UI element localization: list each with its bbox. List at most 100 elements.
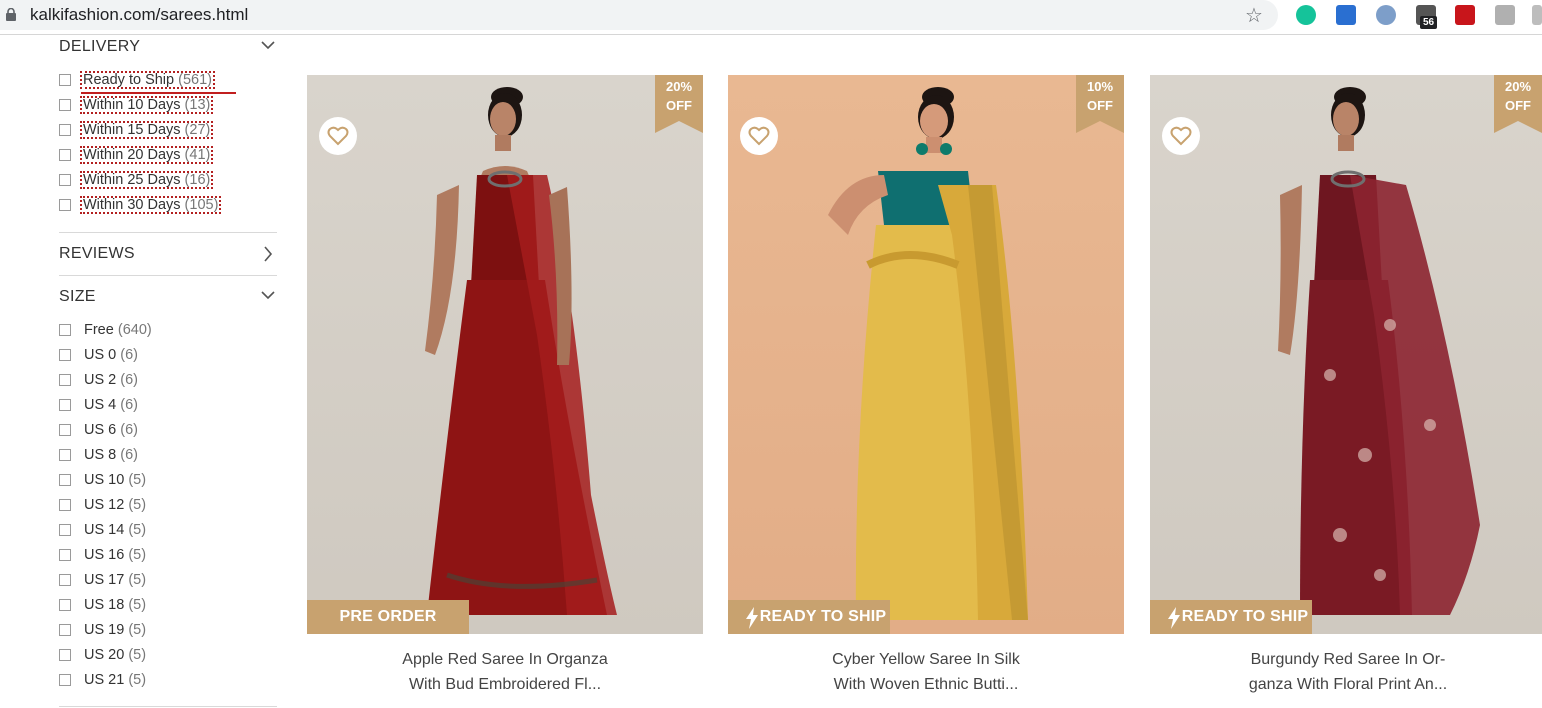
filter-count: (5) xyxy=(128,597,147,613)
filter-count: (5) xyxy=(128,472,147,488)
link-extension-icon[interactable] xyxy=(1376,5,1396,25)
checkbox[interactable] xyxy=(59,349,71,361)
product-image[interactable]: 20% OFF READY TO SHIP xyxy=(1150,75,1542,634)
filter-label: Within 15 Days xyxy=(83,122,181,138)
filter-count: (13) xyxy=(184,97,211,113)
reviews-filter-title: REVIEWS xyxy=(59,245,135,262)
checkbox[interactable] xyxy=(59,449,71,461)
checkbox[interactable] xyxy=(59,649,71,661)
title-line[interactable]: Apple Red Saree In Organza xyxy=(307,647,703,672)
filter-label: US 2 xyxy=(84,372,117,388)
filter-count: (561) xyxy=(178,72,212,88)
pdf-extension-icon[interactable] xyxy=(1455,5,1475,25)
filter-count: (16) xyxy=(184,172,211,188)
filter-label: Ready to Ship xyxy=(83,72,175,88)
filter-count: (6) xyxy=(120,447,139,463)
checkbox[interactable] xyxy=(59,674,71,686)
size-filter-header[interactable]: SIZE xyxy=(59,288,277,314)
url-text[interactable]: kalkifashion.com/sarees.html xyxy=(30,5,248,25)
discount-off: OFF xyxy=(1505,98,1531,113)
product-image[interactable]: 20% OFF PRE ORDER xyxy=(307,75,703,634)
extension-icon-light[interactable] xyxy=(1495,5,1515,25)
filter-label: US 0 xyxy=(84,347,117,363)
discount-percent: 10% xyxy=(1086,79,1114,94)
checkbox[interactable] xyxy=(59,149,71,161)
checkbox[interactable] xyxy=(59,124,71,136)
filter-count: (640) xyxy=(117,322,152,338)
heart-icon xyxy=(748,126,770,146)
product-title[interactable]: Burgundy Red Saree In Or- ganza With Flo… xyxy=(1150,647,1542,697)
title-line[interactable]: Burgundy Red Saree In Or- xyxy=(1150,647,1542,672)
checkbox[interactable] xyxy=(59,474,71,486)
wishlist-button[interactable] xyxy=(319,117,357,155)
status-ribbon: READY TO SHIP xyxy=(1150,600,1312,634)
extension-icon-blue[interactable] xyxy=(1336,5,1356,25)
ribbon-label: READY TO SHIP xyxy=(1181,608,1309,625)
chevron-down-icon xyxy=(261,291,275,300)
filter-label: US 8 xyxy=(84,447,117,463)
bookmark-star-icon[interactable]: ☆ xyxy=(1245,3,1263,28)
filter-count: (41) xyxy=(184,147,211,163)
filter-count: (6) xyxy=(120,347,139,363)
filter-count: (6) xyxy=(120,372,139,388)
title-line[interactable]: With Woven Ethnic Butti... xyxy=(728,672,1124,697)
divider xyxy=(59,706,277,707)
filter-count: (5) xyxy=(128,497,147,513)
chevron-down-icon xyxy=(261,41,275,50)
status-ribbon: READY TO SHIP xyxy=(728,600,890,634)
checkbox[interactable] xyxy=(59,599,71,611)
product-title[interactable]: Apple Red Saree In Organza With Bud Embr… xyxy=(307,647,703,697)
checkbox[interactable] xyxy=(59,74,71,86)
saree-model-illustration xyxy=(1278,87,1480,615)
checkbox[interactable] xyxy=(59,549,71,561)
filter-label: US 4 xyxy=(84,397,117,413)
discount-percent: 20% xyxy=(665,79,693,94)
title-line[interactable]: Cyber Yellow Saree In Silk xyxy=(728,647,1124,672)
address-bar[interactable]: kalkifashion.com/sarees.html ☆ xyxy=(0,0,1278,30)
filter-label: US 17 xyxy=(84,572,125,588)
filter-label: Within 30 Days xyxy=(83,197,181,213)
product-title[interactable]: Cyber Yellow Saree In Silk With Woven Et… xyxy=(728,647,1124,697)
checkbox[interactable] xyxy=(59,574,71,586)
filter-label: Free xyxy=(84,322,114,338)
checkbox[interactable] xyxy=(59,174,71,186)
reviews-filter-header[interactable]: REVIEWS xyxy=(59,245,277,271)
discount-percent: 20% xyxy=(1504,79,1532,94)
product-image[interactable]: 10% OFF READY TO SHIP xyxy=(728,75,1124,634)
filter-count: (5) xyxy=(128,572,147,588)
delivery-filter-title: DELIVERY xyxy=(59,38,141,55)
delivery-filter-header[interactable]: DELIVERY xyxy=(59,38,277,64)
checkbox[interactable] xyxy=(59,199,71,211)
wishlist-button[interactable] xyxy=(1162,117,1200,155)
filter-count: (5) xyxy=(128,622,147,638)
checkbox[interactable] xyxy=(59,624,71,636)
checkbox[interactable] xyxy=(59,374,71,386)
checkbox[interactable] xyxy=(59,524,71,536)
filter-count: (105) xyxy=(184,197,219,213)
filter-label: US 20 xyxy=(84,647,125,663)
extension-badge: 56 xyxy=(1420,16,1438,29)
checkbox[interactable] xyxy=(59,399,71,411)
filter-label: US 12 xyxy=(84,497,125,513)
title-line[interactable]: With Bud Embroidered Fl... xyxy=(307,672,703,697)
chevron-right-icon xyxy=(264,246,273,262)
wishlist-button[interactable] xyxy=(740,117,778,155)
status-ribbon: PRE ORDER xyxy=(307,600,469,634)
saree-model-illustration xyxy=(828,87,1028,620)
extension-icon-partial[interactable] xyxy=(1532,5,1542,25)
discount-off: OFF xyxy=(1087,98,1113,113)
checkbox[interactable] xyxy=(59,499,71,511)
filter-label: US 14 xyxy=(84,522,125,538)
filter-count: (27) xyxy=(184,122,211,138)
checkbox[interactable] xyxy=(59,324,71,336)
filter-label: US 19 xyxy=(84,622,125,638)
heart-icon xyxy=(327,126,349,146)
checkbox[interactable] xyxy=(59,424,71,436)
grammarly-extension-icon[interactable] xyxy=(1296,5,1316,25)
checkbox[interactable] xyxy=(59,99,71,111)
title-line[interactable]: ganza With Floral Print An... xyxy=(1150,672,1542,697)
filter-count: (6) xyxy=(120,422,139,438)
size-filter-title: SIZE xyxy=(59,288,96,305)
lock-icon xyxy=(6,8,16,21)
filter-label: US 21 xyxy=(84,672,125,688)
